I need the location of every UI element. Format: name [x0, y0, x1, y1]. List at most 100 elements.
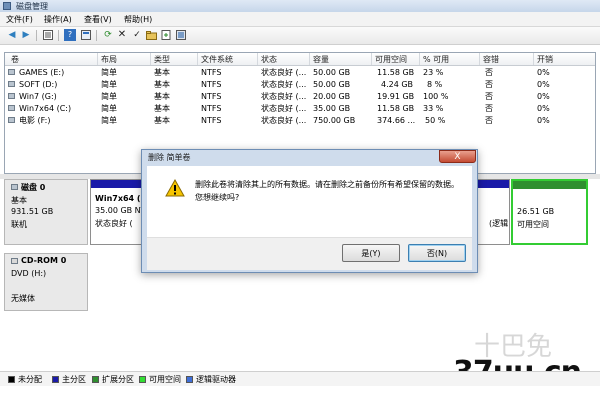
cell-volume: Win7 (G:)	[19, 92, 57, 101]
disk-status: 无媒体	[11, 294, 35, 303]
dialog-footer: 是(Y) 否(N)	[147, 237, 472, 270]
hard-disk-icon	[11, 184, 18, 190]
column-header-free-space[interactable]: 可用空间	[375, 54, 407, 65]
logical-drive-bar	[475, 180, 509, 188]
drive-icon	[8, 81, 15, 87]
partition-c[interactable]: Win7x64 (C 35.00 GB NT 状态良好 (	[90, 179, 147, 245]
dialog-close-button[interactable]: X	[439, 150, 476, 163]
cell-fault-tolerance: 否	[485, 104, 493, 113]
column-header-layout[interactable]: 布局	[101, 54, 117, 65]
cell-layout: 简单	[101, 104, 117, 113]
cell-capacity: 50.00 GB	[313, 80, 351, 89]
cell-overhead: 0%	[537, 92, 550, 101]
cell-type: 基本	[154, 68, 170, 77]
cell-fault-tolerance: 否	[485, 116, 493, 125]
window-title: 磁盘管理	[16, 2, 48, 11]
toolbar: ◀ ▶ ? ⟳ ✕ ✓	[0, 27, 600, 45]
delete-icon[interactable]: ✕	[116, 29, 128, 41]
cell-capacity: 20.00 GB	[313, 92, 351, 101]
partition-name: Win7x64 (C	[95, 194, 147, 203]
partition-status: 可用空间	[517, 220, 549, 229]
free-space-partition[interactable]: 26.51 GB 可用空间	[511, 179, 588, 245]
cell-fault-tolerance: 否	[485, 80, 493, 89]
column-header-overhead[interactable]: 开销	[537, 54, 553, 65]
cell-volume: SOFT (D:)	[19, 80, 58, 89]
legend-free: 可用空间	[149, 375, 181, 384]
disk-0-label[interactable]: 磁盘 0 基本 931.51 GB 联机	[4, 179, 88, 245]
help-icon[interactable]: ?	[64, 29, 76, 41]
logical-partition[interactable]: (逻辑	[474, 179, 510, 245]
column-header-volume[interactable]: 卷	[11, 54, 19, 65]
refresh-icon[interactable]: ⟳	[102, 29, 114, 41]
check-icon[interactable]: ✓	[131, 29, 143, 41]
menu-file[interactable]: 文件(F)	[6, 14, 33, 25]
column-header-type[interactable]: 类型	[154, 54, 170, 65]
cell-filesystem: NTFS	[201, 104, 222, 113]
cell-percent-free: 100 %	[423, 92, 449, 101]
cell-status: 状态良好 (...	[261, 80, 307, 89]
settings-icon[interactable]	[175, 29, 187, 41]
table-row[interactable]: SOFT (D:) 简单 基本 NTFS 状态良好 (... 50.00 GB …	[5, 79, 595, 90]
cell-percent-free: 33 %	[423, 104, 444, 113]
cell-overhead: 0%	[537, 104, 550, 113]
cell-overhead: 0%	[537, 116, 550, 125]
legend-primary: 主分区	[62, 375, 86, 384]
yes-button[interactable]: 是(Y)	[342, 244, 400, 262]
dialog-title: 删除 简单卷	[148, 153, 191, 162]
cell-filesystem: NTFS	[201, 80, 222, 89]
disk-size: 931.51 GB	[11, 207, 54, 216]
column-header-status[interactable]: 状态	[261, 54, 277, 65]
column-header-fault-tolerance[interactable]: 容错	[483, 54, 499, 65]
cell-fault-tolerance: 否	[485, 68, 493, 77]
cdrom-icon	[11, 258, 18, 264]
no-button[interactable]: 否(N)	[408, 244, 466, 262]
menu-view[interactable]: 查看(V)	[84, 14, 112, 25]
table-row[interactable]: GAMES (E:) 简单 基本 NTFS 状态良好 (... 50.00 GB…	[5, 67, 595, 78]
cell-overhead: 0%	[537, 80, 550, 89]
cell-type: 基本	[154, 104, 170, 113]
folder-icon[interactable]	[145, 29, 157, 41]
cell-overhead: 0%	[537, 68, 550, 77]
cell-status: 状态良好 (...	[261, 68, 307, 77]
table-row[interactable]: Win7 (G:) 简单 基本 NTFS 状态良好 (... 20.00 GB …	[5, 91, 595, 102]
cell-percent-free: 50 %	[425, 116, 446, 125]
unallocated-swatch	[8, 376, 15, 383]
back-icon[interactable]: ◀	[6, 29, 18, 41]
free-swatch	[139, 376, 146, 383]
drive-icon	[8, 69, 15, 75]
primary-partition-bar	[91, 180, 143, 188]
delete-volume-dialog: 删除 简单卷 X 删除此卷将清除其上的所有数据。请在删除之前备份所有希望保留的数…	[141, 149, 478, 273]
partition-status: 状态良好 (	[95, 219, 133, 228]
new-icon[interactable]	[160, 29, 172, 41]
cell-type: 基本	[154, 80, 170, 89]
table-row[interactable]: 电影 (F:) 简单 基本 NTFS 状态良好 (... 750.00 GB 3…	[5, 115, 595, 126]
legend-logical: 逻辑驱动器	[196, 375, 236, 384]
cell-type: 基本	[154, 116, 170, 125]
dialog-message: 删除此卷将清除其上的所有数据。请在删除之前备份所有希望保留的数据。您想继续吗?	[195, 180, 459, 202]
drive-icon	[8, 117, 15, 123]
close-icon: X	[454, 151, 461, 162]
cell-volume: 电影 (F:)	[19, 116, 51, 125]
cell-status: 状态良好 (...	[261, 92, 307, 101]
menu-help[interactable]: 帮助(H)	[124, 14, 152, 25]
volume-list-header: 卷 布局 类型 文件系统 状态 容量 可用空间 % 可用 容错 开销	[5, 53, 595, 66]
table-row[interactable]: Win7x64 (C:) 简单 基本 NTFS 状态良好 (... 35.00 …	[5, 103, 595, 114]
help-topic-icon[interactable]	[80, 29, 92, 41]
cdrom-0-label[interactable]: CD-ROM 0 DVD (H:) 无媒体	[4, 253, 88, 311]
cell-filesystem: NTFS	[201, 92, 222, 101]
forward-icon[interactable]: ▶	[20, 29, 32, 41]
cell-layout: 简单	[101, 116, 117, 125]
cell-fault-tolerance: 否	[485, 92, 493, 101]
disk-name: CD-ROM 0	[21, 256, 67, 265]
menu-action[interactable]: 操作(A)	[44, 14, 72, 25]
drive-icon	[8, 105, 15, 111]
legend: 未分配 主分区 扩展分区 可用空间 逻辑驱动器	[0, 371, 600, 386]
extended-swatch	[92, 376, 99, 383]
properties-icon[interactable]	[42, 29, 54, 41]
column-header-filesystem[interactable]: 文件系统	[201, 54, 233, 65]
disk-name: 磁盘 0	[21, 183, 46, 192]
column-header-percent-free[interactable]: % 可用	[423, 54, 449, 65]
cell-filesystem: NTFS	[201, 68, 222, 77]
cell-free-space: 11.58 GB	[377, 104, 415, 113]
column-header-capacity[interactable]: 容量	[313, 54, 329, 65]
